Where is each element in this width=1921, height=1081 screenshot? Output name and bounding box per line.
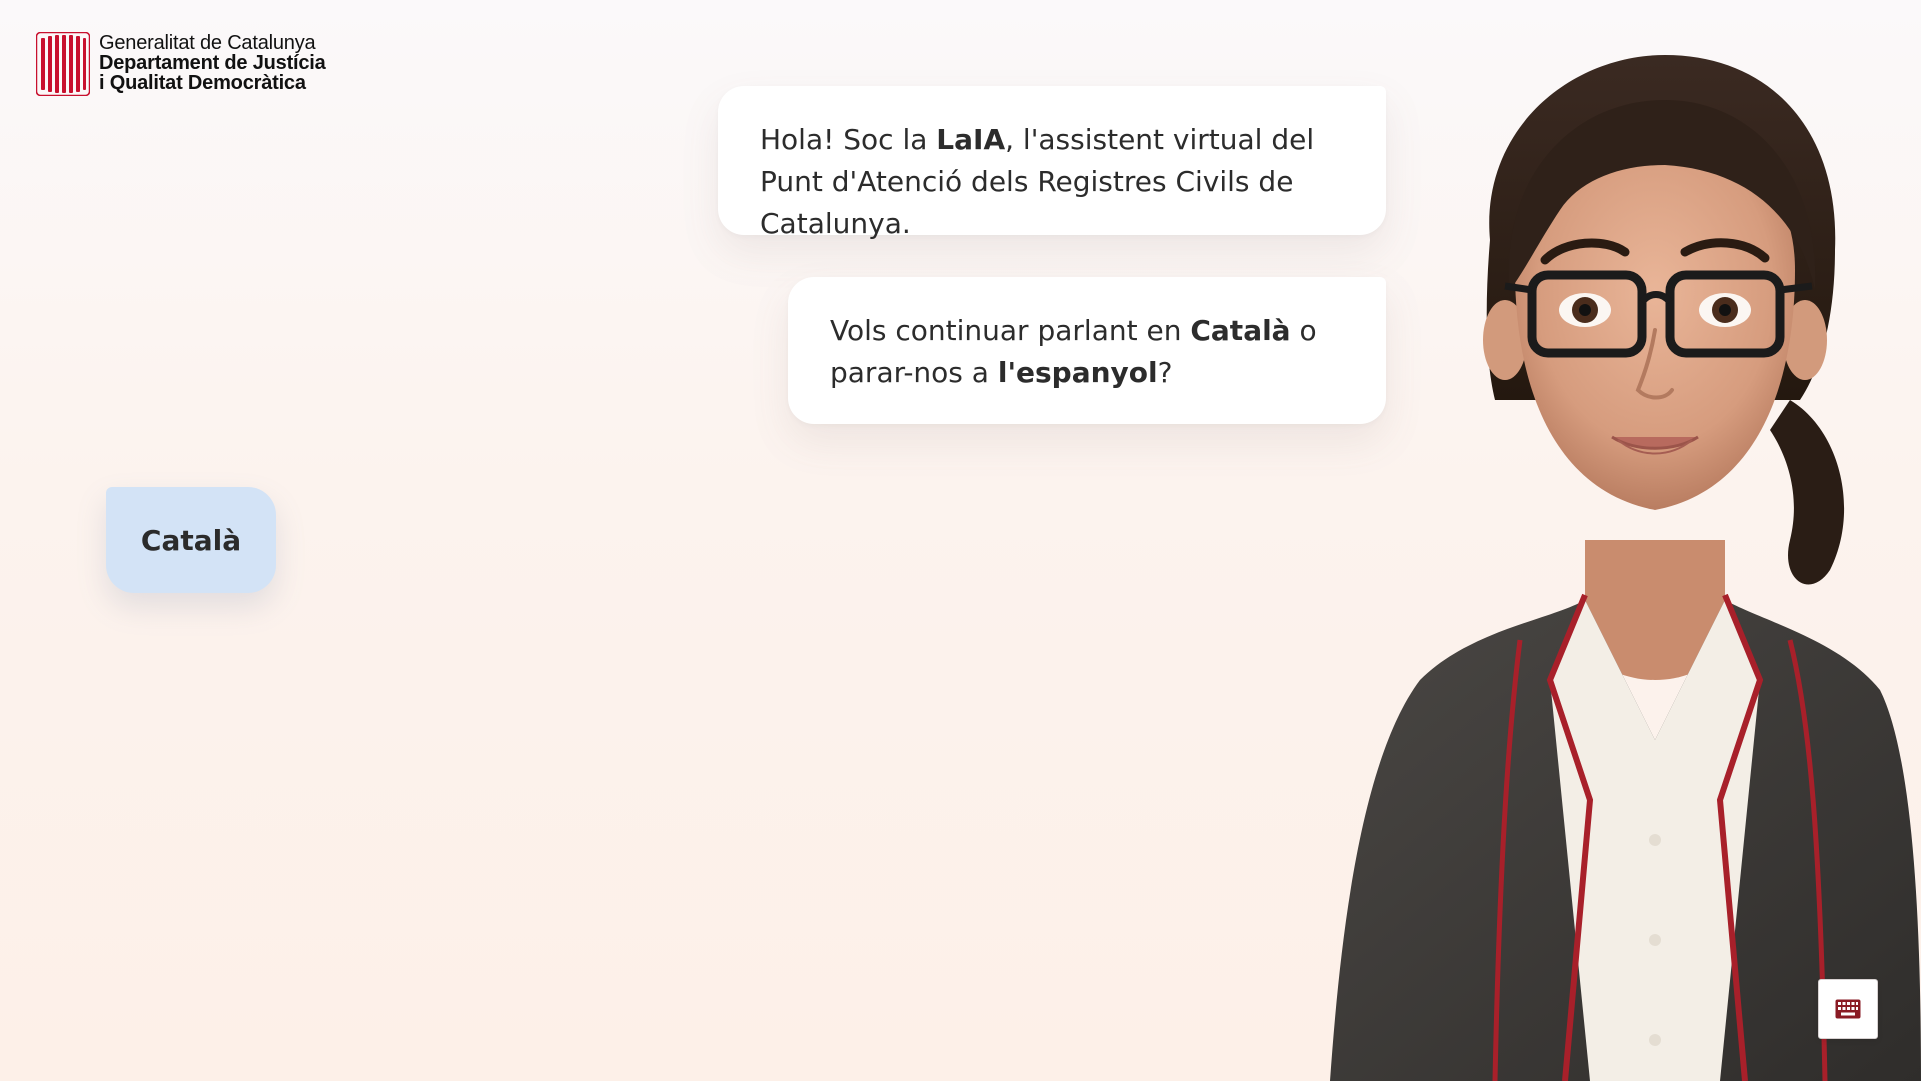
logo-line-generalitat: Generalitat de Catalunya xyxy=(99,32,316,54)
assistant-name: LaIA xyxy=(936,123,1006,156)
keyboard-toggle-button[interactable] xyxy=(1818,979,1878,1039)
logo-line-qualitat: i Qualitat Democràtica xyxy=(99,72,306,94)
assistant-message-greeting: Hola! Soc la LaIA, l'assistent virtual d… xyxy=(718,86,1386,240)
message-text: ? xyxy=(1157,356,1173,389)
generalitat-logo: Generalitat de Catalunya Departament de … xyxy=(36,32,326,96)
message-text: Vols continuar parlant en xyxy=(830,314,1191,347)
assistant-avatar xyxy=(1330,55,1921,1081)
language-catala-text: Català xyxy=(1190,314,1291,347)
logo-line-departament: Departament de Justícia xyxy=(99,52,326,74)
message-text: Hola! Soc la xyxy=(760,123,937,156)
catala-option-button[interactable]: Català xyxy=(106,487,276,593)
senyera-emblem-icon xyxy=(36,32,90,96)
logo-text: Generalitat de Catalunya Departament de … xyxy=(99,33,326,93)
language-espanyol-text: l'espanyol xyxy=(997,356,1158,389)
assistant-message-language-question: Vols continuar parlant en Català o parar… xyxy=(788,277,1386,424)
keyboard-icon xyxy=(1835,999,1861,1019)
